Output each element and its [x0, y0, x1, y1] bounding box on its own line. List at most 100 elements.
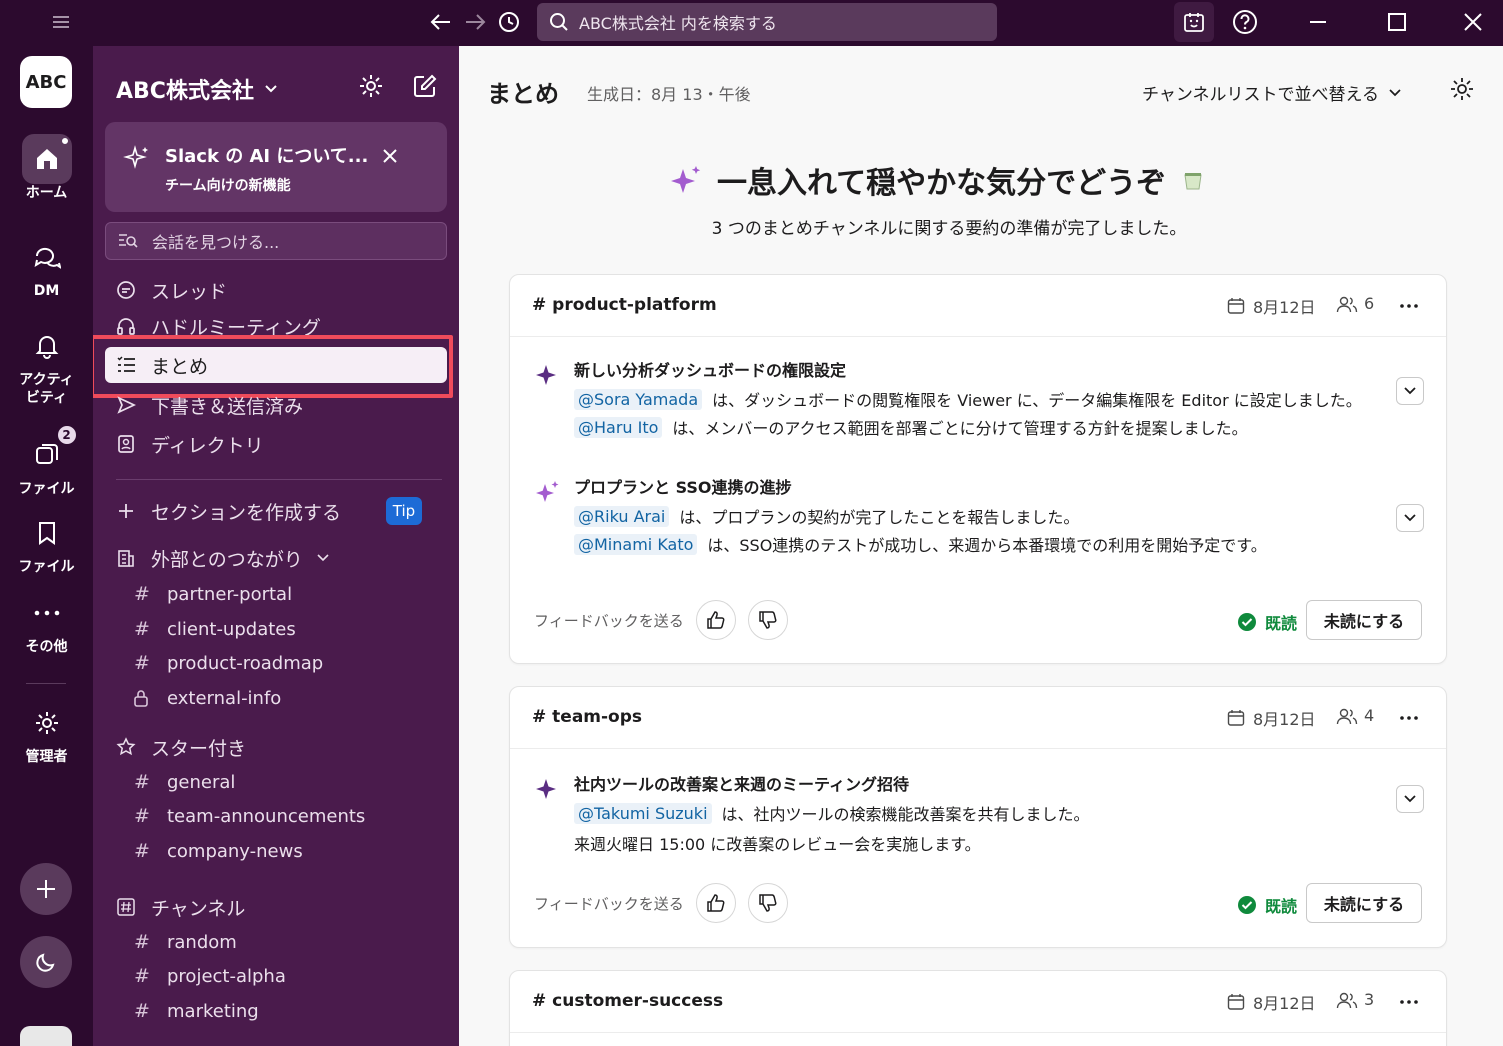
workspace-name-button[interactable]: ABC株式会社 [116, 73, 278, 105]
rail-item-activity[interactable]: アクティ ビティ [0, 321, 93, 407]
dark-mode-button[interactable] [20, 936, 72, 988]
expand-button[interactable] [1396, 504, 1424, 532]
generated-date: 生成日：8月 13・午後 [587, 85, 751, 104]
thumbs-down-button[interactable] [747, 600, 788, 640]
calendar-icon [1227, 710, 1245, 726]
user-mention[interactable]: @Takumi Suzuki [574, 802, 712, 824]
close-icon[interactable] [1456, 5, 1490, 39]
section-channels[interactable]: チャンネル [105, 889, 447, 925]
hash-icon: # [134, 805, 150, 827]
chevron-down-icon [1389, 88, 1401, 96]
people-icon [1336, 708, 1358, 724]
more-options-icon[interactable] [1392, 289, 1426, 323]
more-options-icon[interactable] [1392, 701, 1426, 735]
sparkle-icon [536, 365, 556, 385]
rail-item-home[interactable]: ホーム [0, 134, 93, 202]
section-label: スター付き [151, 737, 247, 760]
history-icon[interactable] [492, 5, 526, 39]
search-input[interactable]: ABC株式会社 内を検索する [537, 3, 997, 41]
maximize-icon[interactable] [1380, 5, 1414, 39]
card-participants: 3 [1336, 990, 1374, 1009]
add-workspace-button[interactable] [20, 863, 72, 915]
feedback-label: フィードバックを送る [534, 611, 684, 630]
avatar[interactable] [20, 1026, 72, 1046]
user-mention[interactable]: @Sora Yamada [574, 388, 703, 410]
find-conversation-input[interactable]: 会話を見つける... [105, 222, 447, 260]
lock-icon [133, 689, 151, 707]
channel-team-announcements[interactable]: # team-announcements [133, 800, 365, 832]
section-starred[interactable]: スター付き [105, 729, 447, 765]
hash-icon: # [134, 965, 150, 987]
sidebar-item-drafts[interactable]: 下書き＆送信済み [105, 387, 447, 423]
channel-partner-portal[interactable]: # partner-portal [133, 578, 292, 610]
topic-text: は、SSO連携のテストが成功し、来週から本番環境での利用を開始予定です。 [707, 536, 1267, 555]
mark-unread-button[interactable]: 未読にする [1306, 883, 1422, 923]
recap-settings-icon[interactable] [1449, 76, 1475, 102]
forward-icon[interactable] [458, 5, 492, 39]
participant-count: 6 [1364, 294, 1375, 313]
rail-item-dm[interactable]: DM [0, 232, 93, 300]
huddle-icon[interactable] [1174, 2, 1214, 42]
channel-product-roadmap[interactable]: # product-roadmap [133, 647, 323, 679]
tip-badge[interactable]: Tip [386, 497, 422, 525]
more-options-icon[interactable] [1392, 985, 1426, 1019]
help-icon[interactable] [1228, 5, 1262, 39]
topic-title: 社内ツールの改善案と来週のミーティング招待 [574, 775, 910, 794]
rail-item-admin[interactable]: 管理者 [0, 698, 93, 766]
sparkle-icon [123, 144, 151, 172]
compose-icon[interactable] [408, 69, 442, 103]
ai-promo-card[interactable]: Slack の AI について... チーム向けの新機能 [105, 122, 447, 212]
sidebar-divider [116, 479, 442, 480]
card-channel-name[interactable]: # team-ops [532, 707, 642, 727]
channel-marketing[interactable]: # marketing [133, 995, 259, 1027]
card-channel-name[interactable]: # product-platform [532, 295, 717, 315]
card-channel-name[interactable]: # customer-success [532, 991, 723, 1011]
close-icon[interactable] [382, 148, 398, 164]
channel-general[interactable]: # general [133, 766, 235, 798]
settings-icon[interactable] [354, 69, 388, 103]
user-mention[interactable]: @Riku Arai [574, 505, 670, 527]
sort-dropdown[interactable]: チャンネルリストで並べ替える [1142, 80, 1401, 105]
notification-dot [59, 136, 70, 146]
topic-text: は、メンバーのアクセス範囲を部署ごとに分けて管理する方針を提案しました。 [672, 419, 1248, 438]
section-external[interactable]: 外部とのつながり [105, 540, 447, 576]
expand-button[interactable] [1396, 377, 1424, 405]
rail-label-saved: ファイル [18, 559, 75, 575]
channel-name: client-updates [167, 618, 296, 640]
topic-text: は、プロプランの契約が完了したことを報告しました。 [679, 508, 1080, 527]
thumbs-up-button[interactable] [695, 883, 736, 923]
sidebar-item-label: 下書き＆送信済み [151, 395, 304, 418]
back-icon[interactable] [424, 5, 458, 39]
thumbs-down-button[interactable] [747, 883, 788, 923]
sidebar-item-threads[interactable]: スレッド [105, 272, 447, 308]
rail-item-files[interactable]: 2 ファイル [0, 424, 93, 498]
moon-icon [36, 953, 55, 972]
expand-button[interactable] [1396, 785, 1424, 813]
channel-external-info[interactable]: external-info [133, 682, 281, 714]
threads-icon [115, 279, 137, 301]
workspace-logo[interactable]: ABC [20, 56, 72, 108]
rail-item-saved[interactable]: ファイル [0, 508, 93, 576]
mark-unread-button[interactable]: 未読にする [1306, 600, 1422, 640]
menu-icon[interactable] [44, 5, 78, 39]
topic-line: 来週火曜日 15:00 に改善案のレビュー会を実施します。 [574, 831, 981, 855]
channel-company-news[interactable]: # company-news [133, 835, 303, 867]
send-icon [115, 394, 137, 416]
sidebar-item-directory[interactable]: ディレクトリ [105, 426, 447, 462]
hash-icon: # [134, 771, 150, 793]
card-date-text: 8月12日 [1253, 994, 1316, 1013]
minimize-icon[interactable] [1301, 5, 1335, 39]
thumbs-up-button[interactable] [695, 600, 736, 640]
check-circle-icon [1238, 613, 1256, 631]
star-icon [115, 736, 137, 758]
channel-random[interactable]: # random [133, 926, 237, 958]
sidebar-item-label: スレッド [151, 280, 228, 303]
channel-project-alpha[interactable]: # project-alpha [133, 960, 286, 992]
hash-icon: # [134, 1000, 150, 1022]
channel-name: product-roadmap [167, 652, 324, 674]
user-mention[interactable]: @Haru Ito [574, 416, 663, 438]
rail-item-more[interactable]: その他 [0, 588, 93, 656]
channel-client-updates[interactable]: # client-updates [133, 613, 296, 645]
workspace-name: ABC株式会社 [116, 79, 254, 104]
user-mention[interactable]: @Minami Kato [574, 533, 698, 555]
